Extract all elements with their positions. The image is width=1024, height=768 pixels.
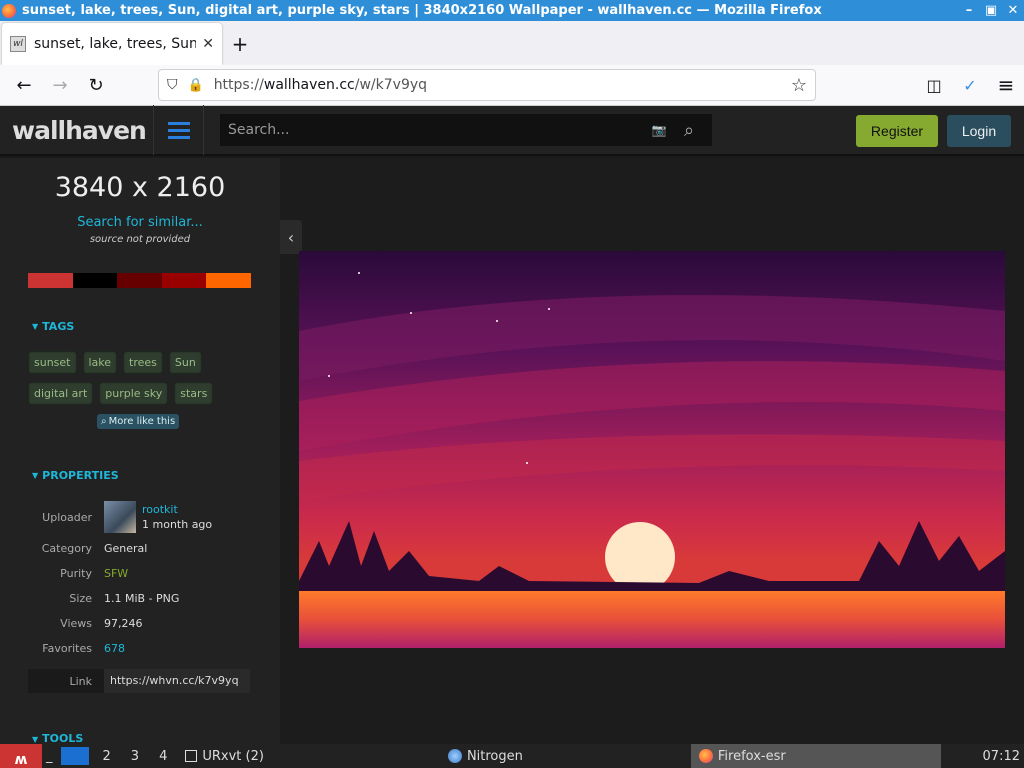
- hamburger-icon: [167, 120, 190, 141]
- menu-logo-icon[interactable]: ʍ: [0, 744, 42, 768]
- camera-icon[interactable]: 📷: [644, 123, 674, 137]
- bookmark-star-icon[interactable]: ☆: [791, 75, 807, 96]
- tab-strip: wl sunset, lake, trees, Sun, digital art…: [0, 21, 1024, 65]
- reload-button[interactable]: ↻: [78, 69, 114, 101]
- category-value: General: [104, 542, 148, 555]
- tag-item[interactable]: digital art: [28, 382, 94, 405]
- workspace-1-button[interactable]: [60, 747, 89, 765]
- search-input[interactable]: [228, 122, 644, 138]
- workspace-2-button[interactable]: 2: [93, 744, 121, 768]
- site-search: 📷 ⌕: [220, 114, 712, 146]
- favorites-link[interactable]: 678: [104, 642, 125, 655]
- purity-row: Purity SFW: [60, 567, 129, 580]
- avatar[interactable]: [104, 501, 136, 533]
- workspace-3-button[interactable]: 3: [121, 744, 149, 768]
- palette-swatch[interactable]: [161, 273, 207, 288]
- resolution-title: 3840 x 2160: [54, 172, 226, 203]
- taskbar: ʍ _ 2 3 4 URxvt (2) Nitrogen Firefox-esr…: [0, 744, 1024, 768]
- hamburger-menu-button[interactable]: [154, 105, 204, 155]
- wallpaper-image[interactable]: [299, 251, 1005, 648]
- close-icon[interactable]: ✕: [1002, 3, 1024, 18]
- url-text[interactable]: https://wallhaven.cc/w/k7v9yq: [214, 77, 791, 93]
- tag-list: sunset lake trees Sun digital art purple…: [28, 351, 258, 413]
- nav-bar: ← → ↻ ⛉ 🔒 https://wallhaven.cc/w/k7v9yq …: [0, 65, 1024, 106]
- nitrogen-icon: [447, 749, 462, 763]
- uploader-label: Uploader: [42, 510, 92, 524]
- tab-wallpaper[interactable]: wl sunset, lake, trees, Sun, digital art…: [2, 23, 222, 65]
- search-similar-link[interactable]: Search for similar...: [0, 215, 280, 230]
- wallhaven-favicon-icon: wl: [10, 36, 26, 52]
- menu-icon[interactable]: ≡: [988, 69, 1024, 101]
- wallpaper-sidebar: 3840 x 2160 Search for similar... source…: [0, 158, 280, 744]
- window-titlebar: sunset, lake, trees, Sun, digital art, p…: [0, 0, 1024, 21]
- palette-swatch[interactable]: [28, 273, 73, 288]
- favorites-row: Favorites 678: [42, 642, 125, 655]
- tab-close-icon[interactable]: ✕: [202, 36, 214, 52]
- caret-down-icon: ▼: [32, 471, 39, 480]
- color-palette: [28, 273, 251, 288]
- category-row: Category General: [41, 542, 148, 555]
- palette-swatch[interactable]: [72, 273, 118, 288]
- search-icon: ⌕: [101, 416, 107, 427]
- account-icon[interactable]: ✓: [952, 69, 988, 101]
- workspace-4-button[interactable]: 4: [149, 744, 177, 768]
- tag-item[interactable]: sunset: [28, 351, 77, 374]
- search-icon[interactable]: ⌕: [674, 120, 704, 141]
- lock-icon[interactable]: 🔒: [188, 78, 204, 93]
- properties-list: Uploader rootkit 1 month ago Category Ge…: [0, 498, 280, 661]
- tools-header[interactable]: ▼ TOOLS: [32, 732, 83, 744]
- window-title: sunset, lake, trees, Sun, digital art, p…: [22, 3, 822, 18]
- workspace-separator: _: [46, 748, 53, 764]
- forward-button[interactable]: →: [42, 69, 78, 101]
- shield-icon[interactable]: ⛉: [167, 77, 178, 93]
- back-button[interactable]: ←: [6, 69, 42, 101]
- login-button[interactable]: Login: [947, 115, 1011, 147]
- site-header: wallhaven 📷 ⌕ Register Login: [0, 105, 1024, 156]
- upload-time: 1 month ago: [142, 518, 213, 531]
- short-link-row: Link https://whvn.cc/k7v9yq: [28, 669, 250, 693]
- wallhaven-logo[interactable]: wallhaven: [0, 105, 154, 155]
- firefox-icon: [698, 749, 713, 763]
- clock: 07:12: [982, 748, 1020, 764]
- palette-swatch[interactable]: [117, 273, 162, 288]
- size-value: 1.1 MiB - PNG: [104, 592, 180, 605]
- source-text: source not provided: [89, 234, 191, 245]
- views-value: 97,246: [104, 617, 143, 630]
- palette-swatch[interactable]: [206, 273, 251, 288]
- tag-item[interactable]: lake: [82, 351, 118, 374]
- wallpaper-main: ‹: [280, 158, 1024, 744]
- pocket-icon[interactable]: ◫: [916, 69, 952, 101]
- taskbar-firefox[interactable]: Firefox-esr: [690, 744, 941, 768]
- uploader-row: Uploader rootkit 1 month ago: [0, 498, 280, 536]
- caret-down-icon: ▼: [32, 735, 39, 744]
- views-row: Views 97,246: [60, 617, 143, 630]
- maximize-icon[interactable]: ▣: [980, 3, 1002, 18]
- minimize-icon[interactable]: –: [958, 3, 980, 18]
- more-like-this-button[interactable]: ⌕ More like this: [97, 414, 180, 429]
- link-label: Link: [69, 674, 92, 688]
- url-bar[interactable]: ⛉ 🔒 https://wallhaven.cc/w/k7v9yq ☆: [158, 69, 816, 101]
- purity-value: SFW: [104, 567, 129, 580]
- taskbar-nitrogen[interactable]: Nitrogen: [440, 744, 531, 768]
- size-row: Size 1.1 MiB - PNG: [69, 592, 180, 605]
- register-button[interactable]: Register: [856, 115, 938, 147]
- tag-item[interactable]: trees: [123, 351, 163, 374]
- short-link-field[interactable]: https://whvn.cc/k7v9yq: [104, 669, 250, 693]
- tags-header[interactable]: ▼ TAGS: [32, 320, 280, 333]
- tab-label: sunset, lake, trees, Sun, digital art, p…: [34, 36, 197, 52]
- taskbar-urxvt[interactable]: URxvt (2): [177, 744, 272, 768]
- tag-item[interactable]: Sun: [168, 351, 202, 374]
- caret-down-icon: ▼: [32, 322, 39, 331]
- uploader-name-link[interactable]: rootkit: [142, 503, 212, 516]
- firefox-icon: [2, 3, 16, 18]
- tag-item[interactable]: purple sky: [99, 382, 169, 405]
- new-tab-button[interactable]: +: [222, 23, 258, 65]
- collapse-sidebar-button[interactable]: ‹: [280, 220, 302, 254]
- tag-item[interactable]: stars: [174, 382, 214, 405]
- properties-header[interactable]: ▼ PROPERTIES: [32, 469, 280, 482]
- terminal-icon: [185, 750, 198, 762]
